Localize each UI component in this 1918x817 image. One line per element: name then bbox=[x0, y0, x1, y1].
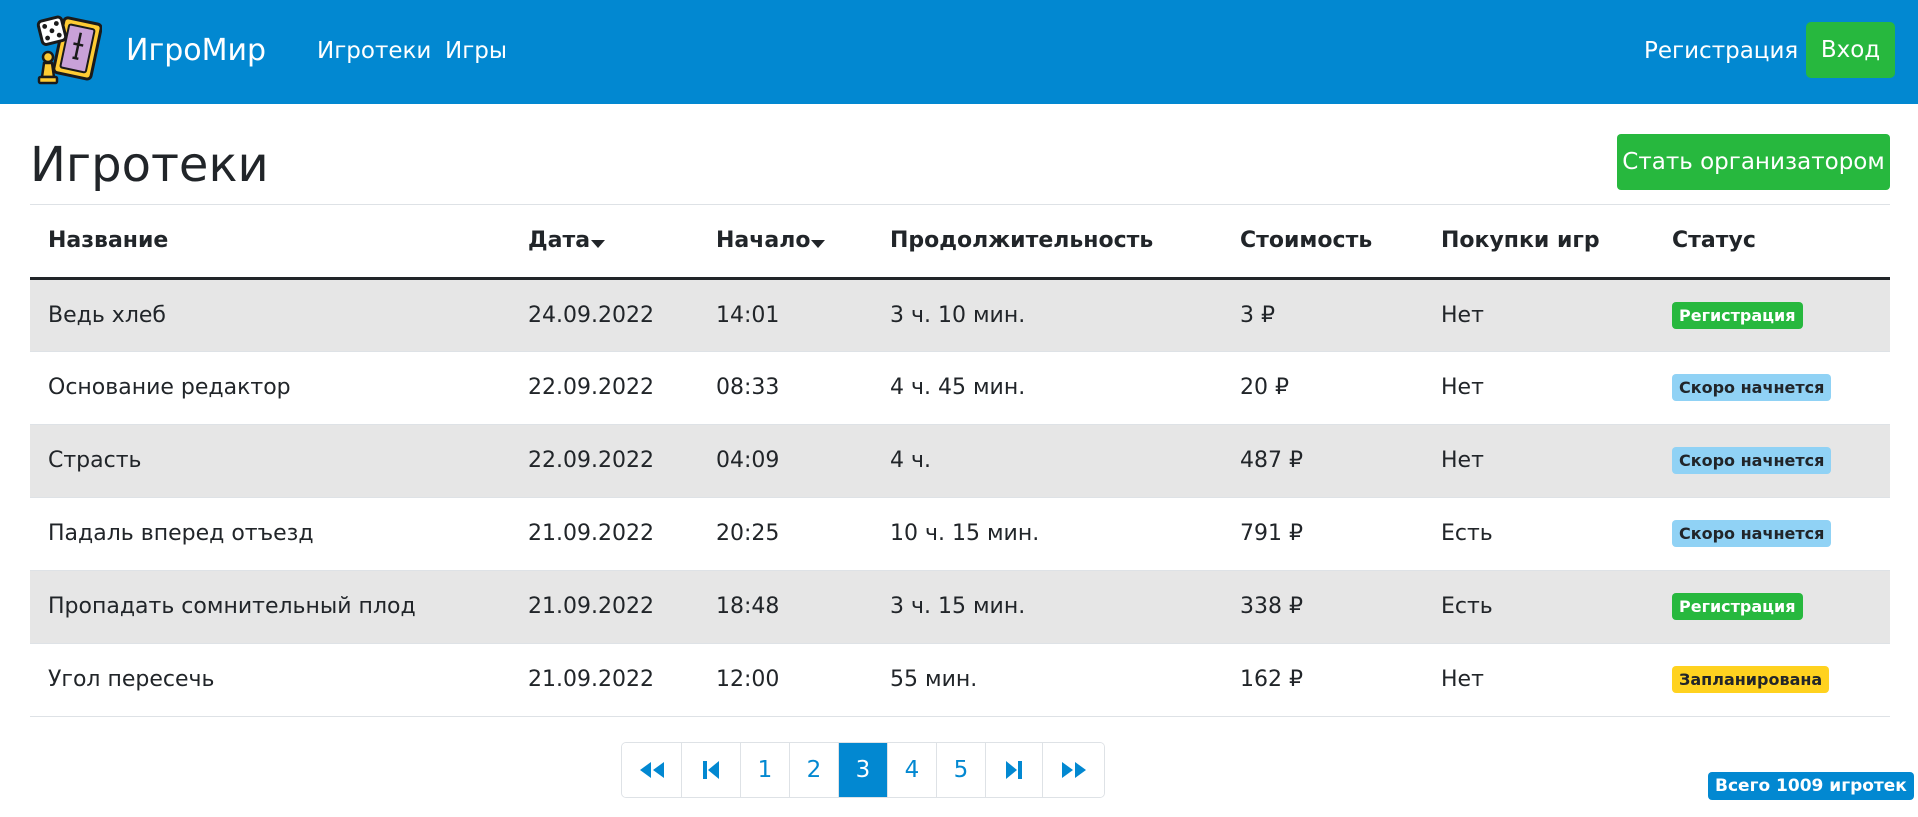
cell-date: 24.09.2022 bbox=[510, 278, 698, 352]
navbar: ИгроМир Игротеки Игры Регистрация Вход bbox=[0, 0, 1918, 104]
sort-down-icon[interactable] bbox=[811, 240, 826, 249]
cell-date: 22.09.2022 bbox=[510, 351, 698, 425]
cell-name[interactable]: Страсть bbox=[30, 424, 510, 498]
total-count-badge: Всего 1009 игротек bbox=[1708, 772, 1914, 800]
page-number-5[interactable]: 5 bbox=[937, 743, 986, 797]
status-badge: Регистрация bbox=[1672, 301, 1803, 329]
column-header-purchases: Покупки игр bbox=[1423, 205, 1654, 280]
cell-duration: 3 ч. 15 мин. bbox=[872, 570, 1222, 644]
cell-start: 20:25 bbox=[698, 497, 872, 571]
cell-name[interactable]: Падаль вперед отъезд bbox=[30, 497, 510, 571]
cell-date: 21.09.2022 bbox=[510, 497, 698, 571]
table-row[interactable]: Пропадать сомнительный плод 21.09.2022 18:… bbox=[30, 570, 1890, 644]
register-link[interactable]: Регистрация bbox=[1644, 34, 1798, 68]
column-header-date[interactable]: Дата bbox=[510, 205, 698, 280]
cell-status: Регистрация bbox=[1654, 278, 1890, 352]
skip-back-icon[interactable] bbox=[682, 743, 741, 797]
cell-purchases: Нет bbox=[1423, 424, 1654, 498]
cell-cost: 338 ₽ bbox=[1222, 570, 1423, 644]
cell-status: Скоро начнется bbox=[1654, 497, 1890, 571]
cell-duration: 4 ч. bbox=[872, 424, 1222, 498]
column-header-label[interactable]: Дата bbox=[528, 228, 590, 253]
cell-duration: 3 ч. 10 мин. bbox=[872, 278, 1222, 352]
cell-start: 04:09 bbox=[698, 424, 872, 498]
cell-start: 12:00 bbox=[698, 643, 872, 717]
column-header-label: Стоимость bbox=[1240, 228, 1373, 254]
nav-link-game-halls[interactable]: Игротеки bbox=[317, 34, 431, 68]
column-header-label: Статус bbox=[1672, 228, 1756, 254]
cell-status: Скоро начнется bbox=[1654, 351, 1890, 425]
cell-duration: 10 ч. 15 мин. bbox=[872, 497, 1222, 571]
cell-date: 22.09.2022 bbox=[510, 424, 698, 498]
cell-status: Запланирована bbox=[1654, 643, 1890, 717]
cell-purchases: Нет bbox=[1423, 278, 1654, 352]
table-row[interactable]: Основание редактор 22.09.2022 08:33 4 ч. 45… bbox=[30, 351, 1890, 425]
cell-cost: 20 ₽ bbox=[1222, 351, 1423, 425]
cell-date: 21.09.2022 bbox=[510, 643, 698, 717]
cell-start: 08:33 bbox=[698, 351, 872, 425]
dice-and-card-logo-icon[interactable] bbox=[36, 15, 103, 87]
cell-name[interactable]: Основание редактор bbox=[30, 351, 510, 425]
column-header-cost: Стоимость bbox=[1222, 205, 1423, 280]
become-organizer-button[interactable]: Стать организатором bbox=[1617, 134, 1890, 190]
cell-start: 18:48 bbox=[698, 570, 872, 644]
column-header-status: Статус bbox=[1654, 205, 1890, 280]
page-number-4[interactable]: 4 bbox=[888, 743, 937, 797]
brand-name[interactable]: ИгроМир bbox=[126, 31, 266, 71]
skip-forward-icon[interactable] bbox=[986, 743, 1043, 797]
page-number-current[interactable]: 3 bbox=[839, 743, 888, 797]
table-header-row: Название Дата Начало Продолжительность С… bbox=[30, 205, 1890, 280]
status-badge: Запланирована bbox=[1672, 666, 1830, 693]
cell-purchases: Нет bbox=[1423, 643, 1654, 717]
column-header-label: Название bbox=[48, 228, 169, 254]
status-badge: Регистрация bbox=[1672, 593, 1803, 620]
cell-cost: 487 ₽ bbox=[1222, 424, 1423, 498]
pagination: 1 2 3 4 5 bbox=[621, 742, 1105, 798]
cell-cost: 3 ₽ bbox=[1222, 278, 1423, 352]
table-row[interactable]: Падаль вперед отъезд 21.09.2022 20:25 10 ч.… bbox=[30, 497, 1890, 571]
column-header-label[interactable]: Начало bbox=[716, 228, 810, 253]
status-badge: Скоро начнется bbox=[1672, 447, 1832, 474]
cell-purchases: Нет bbox=[1423, 351, 1654, 425]
page-title: Игротеки bbox=[30, 137, 269, 193]
column-header-label: Покупки игр bbox=[1441, 228, 1600, 254]
column-header-start[interactable]: Начало bbox=[698, 205, 872, 280]
table-row[interactable]: Ведь хлеб 24.09.2022 14:01 3 ч. 10 мин. 3 ₽ Н… bbox=[30, 278, 1890, 352]
cell-date: 21.09.2022 bbox=[510, 570, 698, 644]
column-header-name: Название bbox=[30, 205, 510, 280]
double-left-icon[interactable] bbox=[622, 743, 682, 797]
cell-name[interactable]: Угол пересечь bbox=[30, 643, 510, 717]
cell-status: Регистрация bbox=[1654, 570, 1890, 644]
game-halls-table: Название Дата Начало Продолжительность С… bbox=[30, 205, 1890, 717]
table-row[interactable]: Угол пересечь 21.09.2022 12:00 55 мин. 162 ₽… bbox=[30, 643, 1890, 717]
status-badge: Скоро начнется bbox=[1672, 374, 1832, 401]
cell-purchases: Есть bbox=[1423, 497, 1654, 571]
cell-cost: 791 ₽ bbox=[1222, 497, 1423, 571]
cell-start: 14:01 bbox=[698, 278, 872, 352]
status-badge: Скоро начнется bbox=[1672, 520, 1832, 547]
login-button[interactable]: Вход bbox=[1806, 22, 1895, 78]
column-header-duration: Продолжительность bbox=[872, 205, 1222, 280]
page-number-2[interactable]: 2 bbox=[790, 743, 839, 797]
page-number-1[interactable]: 1 bbox=[741, 743, 790, 797]
nav-link-games[interactable]: Игры bbox=[445, 34, 507, 68]
double-right-icon[interactable] bbox=[1043, 743, 1104, 797]
sort-down-icon[interactable] bbox=[591, 240, 606, 249]
cell-cost: 162 ₽ bbox=[1222, 643, 1423, 717]
cell-name[interactable]: Пропадать сомнительный плод bbox=[30, 570, 510, 644]
cell-duration: 55 мин. bbox=[872, 643, 1222, 717]
cell-purchases: Есть bbox=[1423, 570, 1654, 644]
table-row[interactable]: Страсть 22.09.2022 04:09 4 ч. 487 ₽ Нет Скоро … bbox=[30, 424, 1890, 498]
cell-name[interactable]: Ведь хлеб bbox=[30, 278, 510, 352]
cell-duration: 4 ч. 45 мин. bbox=[872, 351, 1222, 425]
column-header-label: Продолжительность bbox=[890, 228, 1154, 254]
cell-status: Скоро начнется bbox=[1654, 424, 1890, 498]
